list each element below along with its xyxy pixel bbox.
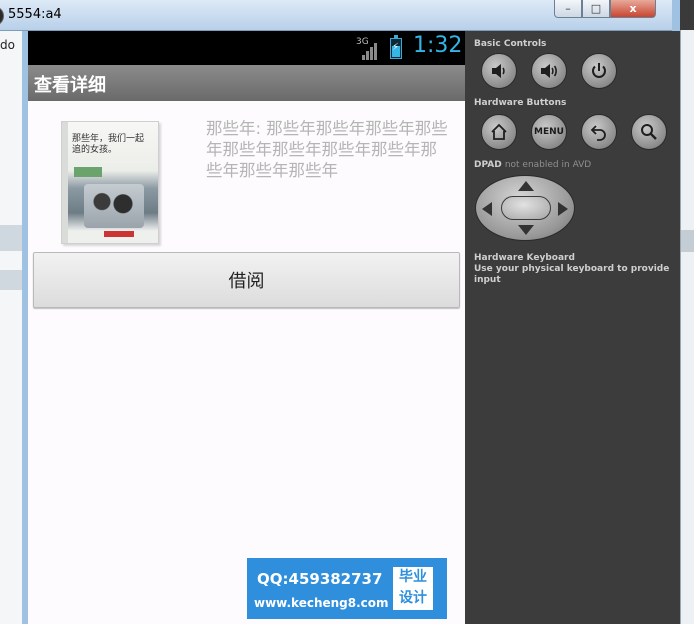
menu-button-label: MENU	[534, 127, 564, 137]
dpad-right-icon[interactable]	[558, 202, 568, 216]
window-title: 5554:a4	[8, 7, 62, 22]
dpad-up-icon[interactable]	[518, 181, 534, 191]
dpad-center-button[interactable]	[501, 196, 551, 220]
watermark-badge-line1: 毕业	[399, 569, 427, 585]
dpad-left-icon[interactable]	[482, 202, 492, 216]
volume-down-icon[interactable]	[481, 53, 517, 89]
device-screen: 3G ⚡ 1:32 查看详细 那些年，我们一起追的女孩。 那些年: 那些年那些年…	[28, 31, 465, 624]
basic-controls-label: Basic Controls	[474, 39, 547, 49]
window-titlebar[interactable]: 5554:a4 – □ x	[0, 0, 672, 31]
background-text: do	[0, 38, 15, 52]
close-button[interactable]: x	[610, 0, 656, 18]
keyboard-hint: Use your physical keyboard to provide in…	[474, 264, 670, 285]
book-info-text: 那些年: 那些年那些年那些年那些年那些年那些年那些年那些年那些年那些年那些年	[206, 119, 448, 180]
menu-button[interactable]: MENU	[531, 114, 567, 150]
watermark-url: www.kecheng8.com	[254, 596, 389, 610]
maximize-button[interactable]: □	[582, 0, 610, 18]
dpad-down-icon[interactable]	[518, 225, 534, 235]
android-app-icon	[0, 6, 4, 26]
background-window-right	[680, 30, 694, 624]
minimize-button[interactable]: –	[554, 0, 582, 18]
controls-panel: Basic Controls Hardware Buttons MENU DPA…	[465, 31, 680, 624]
page-title: 查看详细	[34, 75, 106, 96]
dpad-label: DPAD not enabled in AVD	[474, 160, 591, 170]
volume-up-icon[interactable]	[531, 53, 567, 89]
battery-icon: ⚡	[390, 35, 402, 59]
dpad-control[interactable]	[475, 175, 575, 241]
background-window-left: do	[0, 30, 23, 624]
watermark-badge-line2: 设计	[399, 590, 427, 606]
hardware-buttons-label: Hardware Buttons	[474, 98, 567, 108]
window-controls: – □ x	[554, 0, 656, 20]
hardware-keyboard-info: Hardware Keyboard Use your physical keyb…	[474, 253, 680, 286]
background-band	[681, 230, 694, 252]
borrow-button[interactable]: 借阅	[33, 252, 460, 308]
dpad-title: DPAD	[474, 160, 502, 170]
home-icon[interactable]	[481, 114, 517, 150]
back-icon[interactable]	[581, 114, 617, 150]
watermark-badge: 毕业 设计	[393, 567, 433, 610]
keyboard-label: Hardware Keyboard	[474, 253, 575, 263]
action-bar: 查看详细	[28, 65, 465, 101]
status-clock: 1:32	[413, 33, 463, 58]
background-band	[0, 225, 22, 251]
search-icon[interactable]	[631, 114, 667, 150]
background-band	[0, 270, 22, 290]
book-cover-image: 那些年，我们一起追的女孩。	[61, 121, 159, 244]
watermark-qq: QQ:459382737	[257, 570, 383, 588]
signal-icon	[356, 40, 378, 60]
watermark-banner: QQ:459382737 www.kecheng8.com 毕业 设计	[247, 558, 447, 619]
dpad-note: not enabled in AVD	[504, 160, 592, 170]
cover-text: 那些年，我们一起追的女孩。	[72, 134, 145, 155]
status-bar: 3G ⚡ 1:32	[28, 31, 465, 65]
power-icon[interactable]	[581, 53, 617, 89]
